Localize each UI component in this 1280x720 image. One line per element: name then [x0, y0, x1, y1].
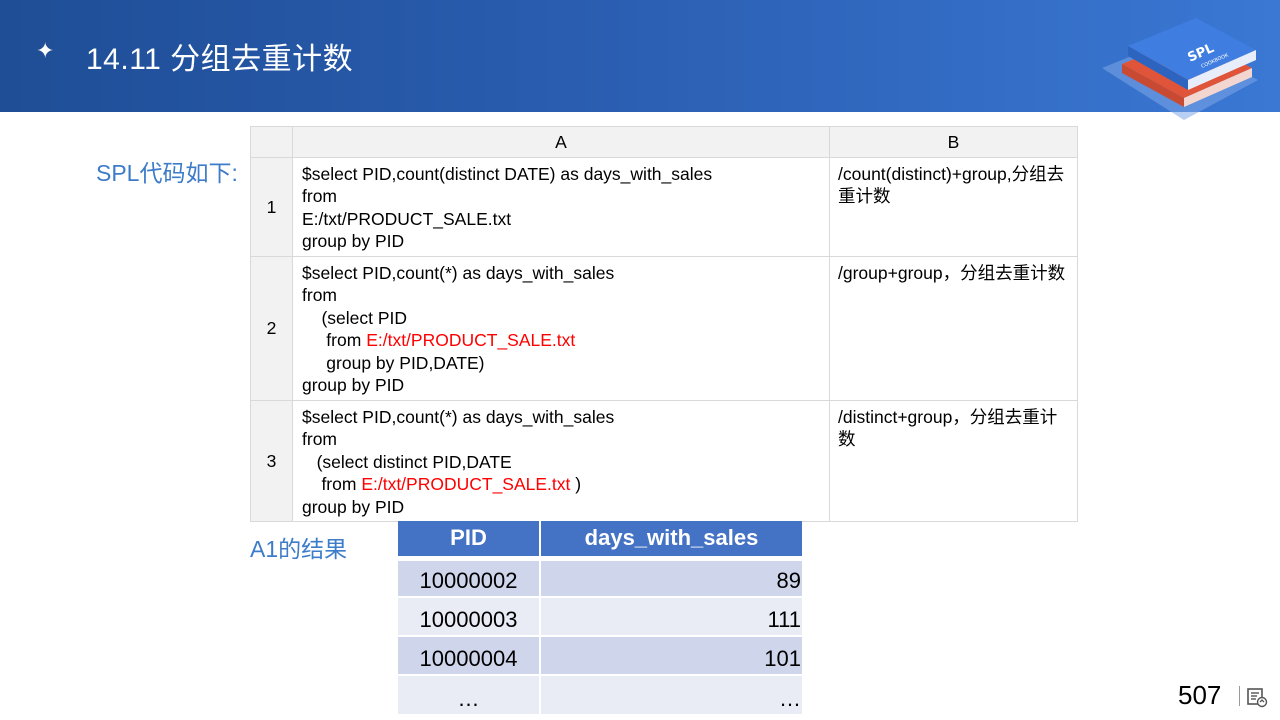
code-line: (select PID	[302, 307, 821, 329]
code-text: from	[302, 186, 337, 207]
code-line: from E:/txt/PRODUCT_SALE.txt )	[302, 473, 821, 495]
code-line: group by PID,DATE)	[302, 352, 821, 374]
code-text: group by PID	[302, 231, 405, 252]
result-pid-cell: 10000003	[398, 596, 541, 636]
spl-code-label: SPL代码如下:	[96, 160, 238, 186]
result-header-pid: PID	[398, 521, 541, 558]
cell-b3[interactable]: /distinct+group，分组去重计数	[829, 400, 1078, 522]
code-line: from E:/txt/PRODUCT_SALE.txt	[302, 329, 821, 351]
star-bullet-icon: ✦	[36, 38, 55, 63]
result-days-cell: 111	[540, 596, 802, 636]
code-text: from	[302, 330, 367, 351]
code-line: group by PID	[302, 496, 821, 518]
code-text: $select PID,count(*) as days_with_sales	[302, 407, 615, 427]
cell-a2[interactable]: $select PID,count(*) as days_with_sales f…	[292, 256, 830, 401]
grid-row-2: 2 $select PID,count(*) as days_with_sale…	[250, 256, 1078, 401]
row-number-3[interactable]: 3	[250, 400, 293, 522]
result-pid-cell: 10000004	[398, 635, 541, 675]
slide-navigation-icon[interactable]	[1246, 686, 1268, 708]
result-pid-cell: 10000002	[398, 555, 541, 597]
cell-a3[interactable]: $select PID,count(*) as days_with_sales f…	[292, 400, 830, 522]
row-number-2[interactable]: 2	[250, 256, 293, 401]
a1-result-label: A1的结果	[250, 536, 348, 562]
result-header-row: PID days_with_sales	[398, 521, 802, 558]
result-pid-cell: …	[398, 674, 541, 714]
code-line: from	[302, 428, 821, 450]
code-line: E:/txt/PRODUCT_SALE.txt	[302, 208, 821, 230]
code-line: $select PID,count(*) as days_with_sales	[302, 406, 821, 428]
cell-b2[interactable]: /group+group，分组去重计数	[829, 256, 1078, 401]
result-row: 10000002 89	[398, 555, 802, 597]
spl-code-grid: A B 1 $select PID,count(distinct DATE) a…	[250, 126, 1078, 522]
code-line: from	[302, 284, 821, 306]
result-row: 10000004 101	[398, 635, 802, 675]
code-text: from	[302, 474, 362, 495]
code-text: from	[302, 285, 337, 306]
code-text: from	[302, 429, 337, 450]
code-text: $select PID,count(*) as days_with_sales	[302, 263, 615, 283]
code-line: $select PID,count(*) as days_with_sales	[302, 262, 821, 284]
grid-corner-cell[interactable]	[250, 126, 293, 158]
slide-header: ✦ 14.11 分组去重计数 SPL COOKBOOK	[0, 0, 1280, 120]
code-text: )	[570, 474, 582, 495]
code-line: $select PID,count(distinct DATE) as days…	[302, 163, 821, 185]
code-text: (select PID	[302, 307, 408, 328]
column-header-b[interactable]: B	[829, 126, 1078, 158]
result-days-cell: 89	[540, 555, 802, 597]
code-line: group by PID	[302, 230, 821, 252]
result-header-days: days_with_sales	[540, 521, 802, 558]
footer-divider	[1239, 686, 1240, 706]
cell-a1[interactable]: $select PID,count(distinct DATE) as days…	[292, 157, 830, 257]
code-path-highlight: E:/txt/PRODUCT_SALE.txt	[366, 330, 576, 351]
a1-result-table: PID days_with_sales 10000002 89 10000003…	[398, 521, 802, 714]
result-days-cell: 101	[540, 635, 802, 675]
result-row: 10000003 111	[398, 596, 802, 636]
code-text: E:/txt/PRODUCT_SALE.txt	[302, 208, 512, 229]
spl-cookbook-logo: SPL COOKBOOK	[1102, 18, 1258, 120]
code-text: group by PID	[302, 496, 405, 517]
column-header-a[interactable]: A	[292, 126, 830, 158]
grid-row-1: 1 $select PID,count(distinct DATE) as da…	[250, 157, 1078, 257]
grid-row-3: 3 $select PID,count(*) as days_with_sale…	[250, 400, 1078, 522]
code-text: (select distinct PID,DATE	[302, 451, 512, 472]
page-number: 507	[1178, 680, 1222, 710]
result-row: … …	[398, 674, 802, 714]
result-days-cell: …	[540, 674, 802, 714]
cell-b1[interactable]: /count(distinct)+group,分组去重计数	[829, 157, 1078, 257]
code-text: group by PID,DATE)	[302, 352, 485, 373]
code-line: from	[302, 185, 821, 207]
code-text: group by PID	[302, 375, 405, 396]
code-line: (select distinct PID,DATE	[302, 451, 821, 473]
code-text: $select PID,count(distinct DATE) as days…	[302, 164, 713, 184]
grid-header-row: A B	[250, 126, 1078, 158]
code-path-highlight: E:/txt/PRODUCT_SALE.txt	[361, 474, 571, 495]
slide-title: 14.11 分组去重计数	[86, 43, 354, 76]
code-line: group by PID	[302, 374, 821, 396]
row-number-1[interactable]: 1	[250, 157, 293, 257]
